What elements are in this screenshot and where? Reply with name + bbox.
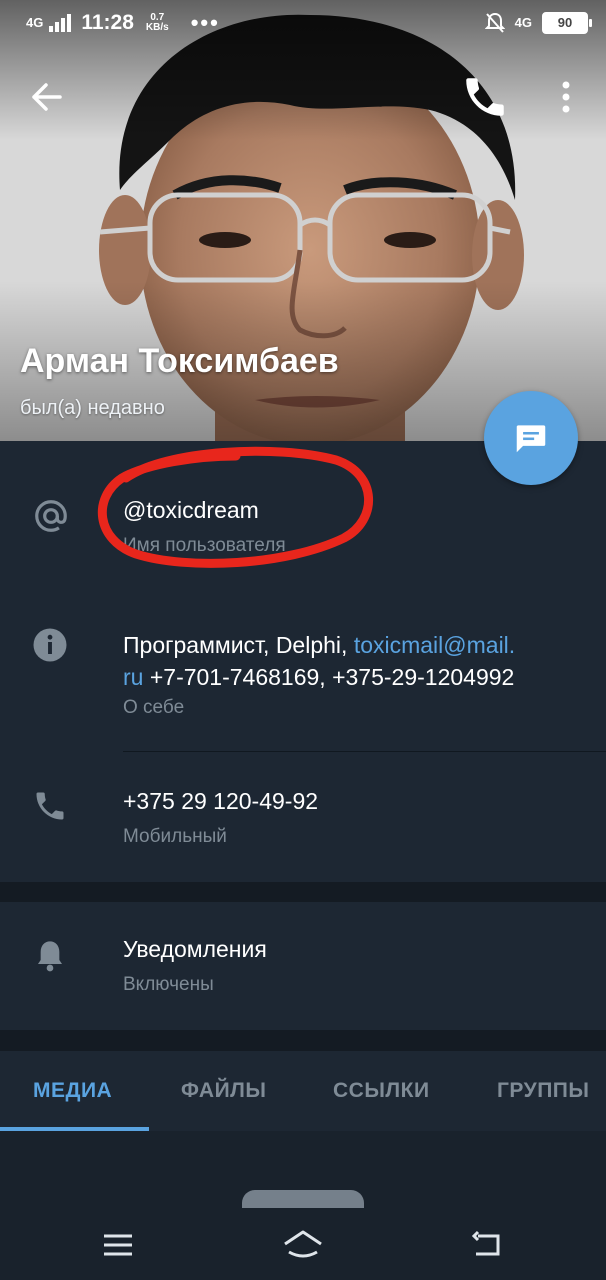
phone-icon: [36, 792, 64, 820]
call-button[interactable]: [460, 72, 510, 122]
tab-groups[interactable]: ГРУППЫ: [497, 1079, 589, 1103]
notifications-title: Уведомления: [123, 936, 267, 962]
more-notifications-icon: •••: [190, 10, 220, 35]
tab-media[interactable]: МЕДИА: [33, 1079, 112, 1103]
arrow-left-icon: [32, 83, 62, 111]
username-value: @toxicdream: [123, 497, 259, 523]
phone-icon: [466, 78, 504, 116]
bio-row[interactable]: Программист, Delphi, toxicmail@mail. ru +…: [0, 591, 606, 752]
bio-text-part-1: Программист, Delphi,: [123, 632, 354, 658]
bio-email-link-1[interactable]: toxicmail@mail.: [354, 632, 515, 658]
nav-back-button[interactable]: [466, 1226, 510, 1266]
nav-home-button[interactable]: [281, 1226, 325, 1266]
section-gap: [0, 882, 606, 902]
network-type-right: 4G: [514, 15, 532, 30]
info-icon: [33, 628, 67, 662]
notifications-status: Включены: [123, 974, 214, 995]
back-icon: [471, 1230, 500, 1256]
nav-menu-button[interactable]: [96, 1226, 140, 1266]
status-right: 4G 90: [484, 12, 592, 34]
battery-level: 90: [557, 15, 573, 30]
at-sign-icon: [35, 500, 67, 532]
more-vertical-icon: [562, 81, 570, 113]
battery-indicator: 90: [542, 12, 592, 34]
phone-number: +375 29 120-49-92: [123, 788, 319, 814]
bell-icon: [38, 941, 62, 972]
network-speed: 0.7 KB/s: [146, 13, 169, 33]
menu-icon: [104, 1234, 132, 1256]
send-message-button[interactable]: [484, 391, 578, 485]
status-left: 4G 11:28 0.7 KB/s •••: [26, 10, 220, 36]
home-icon: [284, 1230, 322, 1258]
username-label: Имя пользователя: [123, 535, 286, 556]
section-gap: [0, 1030, 606, 1051]
tab-files[interactable]: ФАЙЛЫ: [181, 1079, 266, 1103]
status-bar: 4G 11:28 0.7 KB/s ••• 4G 90: [0, 0, 606, 48]
clock: 11:28: [81, 11, 134, 34]
network-speed-unit: KB/s: [145, 22, 169, 33]
bio-text-part-2: +7-701-7468169, +375-29-1204992: [143, 664, 515, 690]
phone-row[interactable]: +375 29 120-49-92 Мобильный: [0, 752, 606, 882]
media-tabs: МЕДИА ФАЙЛЫ ССЫЛКИ ГРУППЫ: [0, 1051, 606, 1131]
bio-email-link-2[interactable]: ru: [123, 664, 143, 690]
bio-text: Программист, Delphi, toxicmail@mail. ru +…: [123, 629, 573, 693]
last-seen-status: был(а) недавно: [20, 397, 165, 419]
network-type: 4G: [26, 15, 44, 30]
silent-bell-icon: [484, 12, 505, 33]
notifications-row[interactable]: Уведомления Включены: [0, 902, 606, 1030]
top-app-bar: [0, 60, 606, 130]
phone-label: Мобильный: [123, 826, 227, 847]
signal-icon: [49, 14, 72, 32]
profile-name: Арман Токсимбаев: [20, 342, 339, 380]
back-button[interactable]: [22, 72, 72, 122]
system-nav-bar: [0, 1208, 606, 1280]
info-card: @toxicdream Имя пользователя Программист…: [0, 441, 606, 882]
message-icon: [516, 425, 546, 453]
more-options-button[interactable]: [548, 72, 584, 122]
tab-links[interactable]: ССЫЛКИ: [333, 1079, 430, 1103]
bio-label: О себе: [123, 697, 185, 718]
